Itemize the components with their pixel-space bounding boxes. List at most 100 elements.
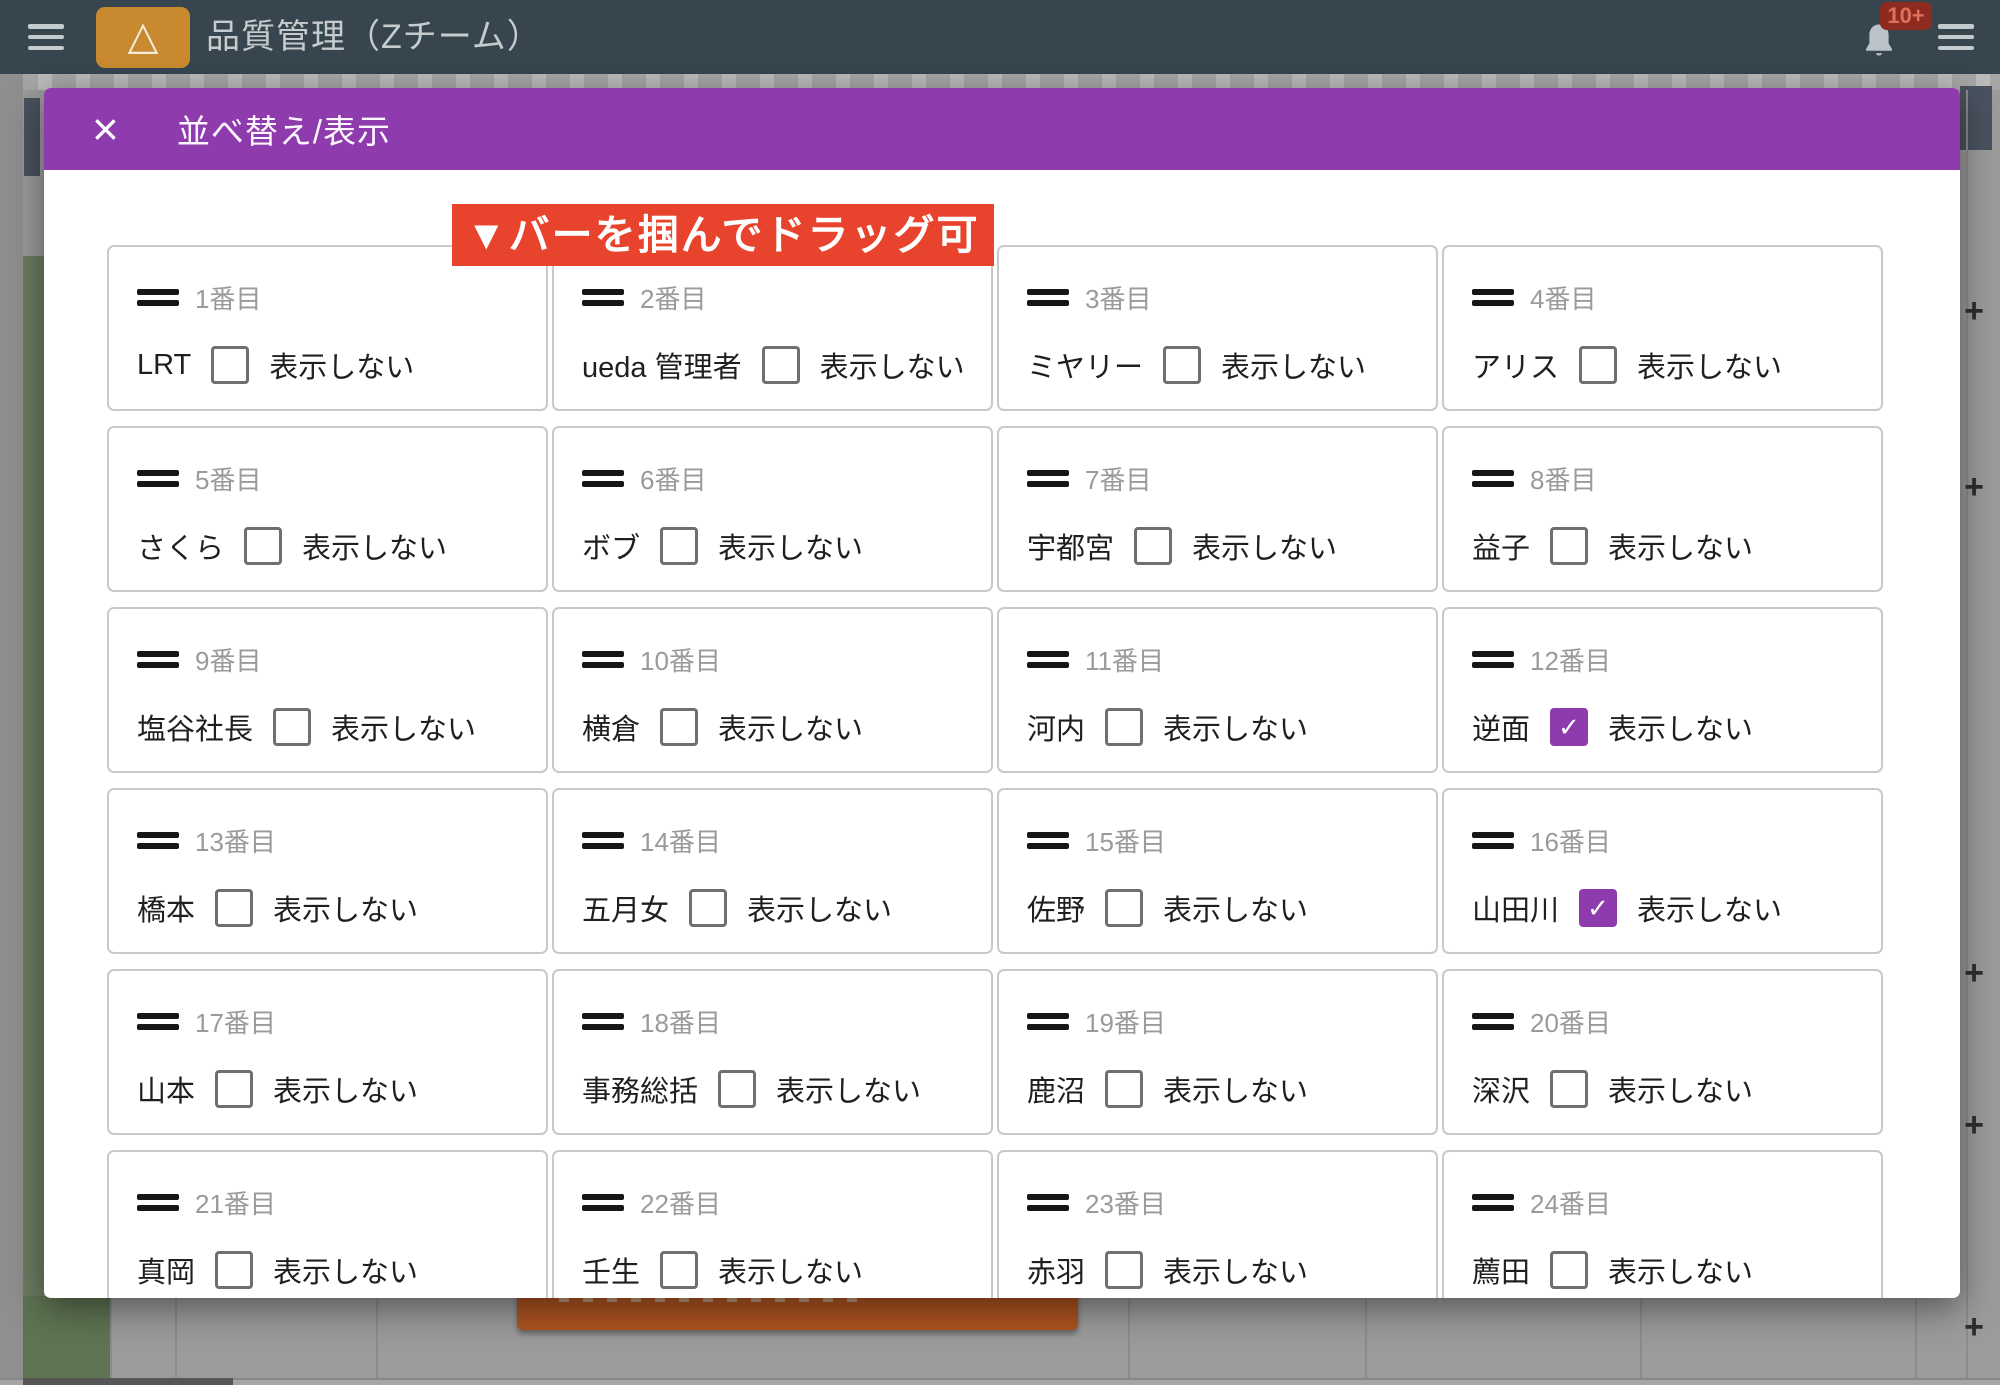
- order-label: 8番目: [1530, 460, 1596, 497]
- member-name: 真岡: [137, 1249, 195, 1291]
- member-card: 20番目 深沢 表示しない: [1442, 969, 1883, 1135]
- hide-checkbox[interactable]: [762, 346, 800, 384]
- card-name-row: 河内 表示しない: [999, 706, 1436, 748]
- hide-checkbox[interactable]: [215, 1251, 253, 1289]
- drag-handle[interactable]: [1472, 1194, 1514, 1211]
- drag-handle[interactable]: [137, 1013, 179, 1030]
- member-name: ミヤリー: [1027, 344, 1143, 386]
- drag-handle[interactable]: [582, 1194, 624, 1211]
- member-card: 9番目 塩谷社長 表示しない: [107, 607, 548, 773]
- member-name: 塩谷社長: [137, 706, 253, 748]
- drag-handle[interactable]: [1472, 832, 1514, 849]
- card-top-row: 17番目: [109, 971, 546, 1040]
- background-navy-block-right: [1960, 86, 1992, 150]
- card-name-row: 真岡 表示しない: [109, 1249, 546, 1291]
- drag-handle[interactable]: [582, 832, 624, 849]
- card-top-row: 18番目: [554, 971, 991, 1040]
- hide-checkbox[interactable]: [660, 708, 698, 746]
- menu-button[interactable]: [28, 24, 64, 50]
- member-name: 逆面: [1472, 706, 1530, 748]
- card-top-row: 9番目: [109, 609, 546, 678]
- hide-label: 表示しない: [1221, 344, 1366, 386]
- card-top-row: 15番目: [999, 790, 1436, 859]
- modal-title: 並べ替え/表示: [177, 105, 391, 153]
- card-name-row: ボブ 表示しない: [554, 525, 991, 567]
- hide-checkbox[interactable]: [1550, 1070, 1588, 1108]
- member-name: さくら: [137, 525, 224, 567]
- card-name-row: 橋本 表示しない: [109, 887, 546, 929]
- drag-handle[interactable]: [1027, 832, 1069, 849]
- drag-handle[interactable]: [137, 289, 179, 306]
- hide-checkbox[interactable]: [1105, 1251, 1143, 1289]
- drag-handle[interactable]: [1472, 470, 1514, 487]
- background-dark-strip: [23, 1378, 233, 1385]
- hide-checkbox[interactable]: [244, 527, 282, 565]
- drag-handle[interactable]: [1027, 1194, 1069, 1211]
- hide-checkbox[interactable]: [1134, 527, 1172, 565]
- background-green-cell: [23, 1296, 110, 1380]
- hide-label: 表示しない: [273, 1068, 418, 1110]
- drag-handle[interactable]: [582, 1013, 624, 1030]
- card-name-row: 山田川 表示しない: [1444, 887, 1881, 929]
- drag-handle[interactable]: [582, 470, 624, 487]
- hide-checkbox[interactable]: [718, 1070, 756, 1108]
- drag-handle[interactable]: [137, 470, 179, 487]
- hide-checkbox[interactable]: [1550, 527, 1588, 565]
- hide-checkbox[interactable]: [1105, 708, 1143, 746]
- drag-handle[interactable]: [137, 1194, 179, 1211]
- background-add-icon: +: [1954, 472, 1994, 502]
- member-card: 23番目 赤羽 表示しない: [997, 1150, 1438, 1298]
- card-name-row: 赤羽 表示しない: [999, 1249, 1436, 1291]
- hide-checkbox[interactable]: [660, 1251, 698, 1289]
- member-name: 河内: [1027, 706, 1085, 748]
- hide-label: 表示しない: [718, 706, 863, 748]
- card-name-row: 薦田 表示しない: [1444, 1249, 1881, 1291]
- hide-label: 表示しない: [1608, 706, 1753, 748]
- card-name-row: 鹿沼 表示しない: [999, 1068, 1436, 1110]
- page-title: 品質管理（Zチーム）: [206, 0, 542, 74]
- app-logo[interactable]: △: [96, 7, 190, 68]
- background-grid-line: [1365, 1298, 1367, 1380]
- drag-handle[interactable]: [137, 651, 179, 668]
- drag-handle[interactable]: [582, 289, 624, 306]
- sort-display-modal: × 並べ替え/表示 ▼バーを掴んでドラッグ可 1番目 LRT 表示しない 2番目…: [44, 88, 1960, 1298]
- hide-checkbox[interactable]: [1163, 346, 1201, 384]
- hide-checkbox[interactable]: [211, 346, 249, 384]
- drag-handle[interactable]: [137, 832, 179, 849]
- member-name: 山田川: [1472, 887, 1559, 929]
- screen: + + + + + △ 品質管理（Zチーム） 10+ × 並べ替え/表示 ▼バー…: [0, 0, 2000, 1385]
- card-name-row: 宇都宮 表示しない: [999, 525, 1436, 567]
- hide-checkbox[interactable]: [273, 708, 311, 746]
- hide-checkbox[interactable]: [1579, 346, 1617, 384]
- close-icon[interactable]: ×: [92, 106, 119, 152]
- hide-checkbox[interactable]: [1105, 889, 1143, 927]
- drag-handle[interactable]: [1472, 651, 1514, 668]
- hide-checkbox[interactable]: [689, 889, 727, 927]
- card-name-row: 五月女 表示しない: [554, 887, 991, 929]
- order-label: 9番目: [195, 641, 261, 678]
- card-name-row: 山本 表示しない: [109, 1068, 546, 1110]
- drag-handle[interactable]: [582, 651, 624, 668]
- card-top-row: 12番目: [1444, 609, 1881, 678]
- hide-checkbox[interactable]: [660, 527, 698, 565]
- hide-checkbox[interactable]: [1550, 1251, 1588, 1289]
- drag-handle[interactable]: [1027, 289, 1069, 306]
- background-grid-line: [110, 1298, 112, 1380]
- drag-handle[interactable]: [1472, 289, 1514, 306]
- hide-checkbox[interactable]: [215, 1070, 253, 1108]
- drag-handle[interactable]: [1027, 1013, 1069, 1030]
- hide-checkbox[interactable]: [1550, 708, 1588, 746]
- member-name: 佐野: [1027, 887, 1085, 929]
- drag-handle[interactable]: [1027, 470, 1069, 487]
- hide-label: 表示しない: [1163, 706, 1308, 748]
- card-name-row: アリス 表示しない: [1444, 344, 1881, 386]
- hide-checkbox[interactable]: [1579, 889, 1617, 927]
- overflow-menu-button[interactable]: [1938, 24, 1974, 50]
- hide-checkbox[interactable]: [1105, 1070, 1143, 1108]
- hide-checkbox[interactable]: [215, 889, 253, 927]
- card-top-row: 24番目: [1444, 1152, 1881, 1221]
- drag-handle[interactable]: [1472, 1013, 1514, 1030]
- drag-handle[interactable]: [1027, 651, 1069, 668]
- order-label: 20番目: [1530, 1003, 1611, 1040]
- member-name: ueda 管理者: [582, 344, 742, 386]
